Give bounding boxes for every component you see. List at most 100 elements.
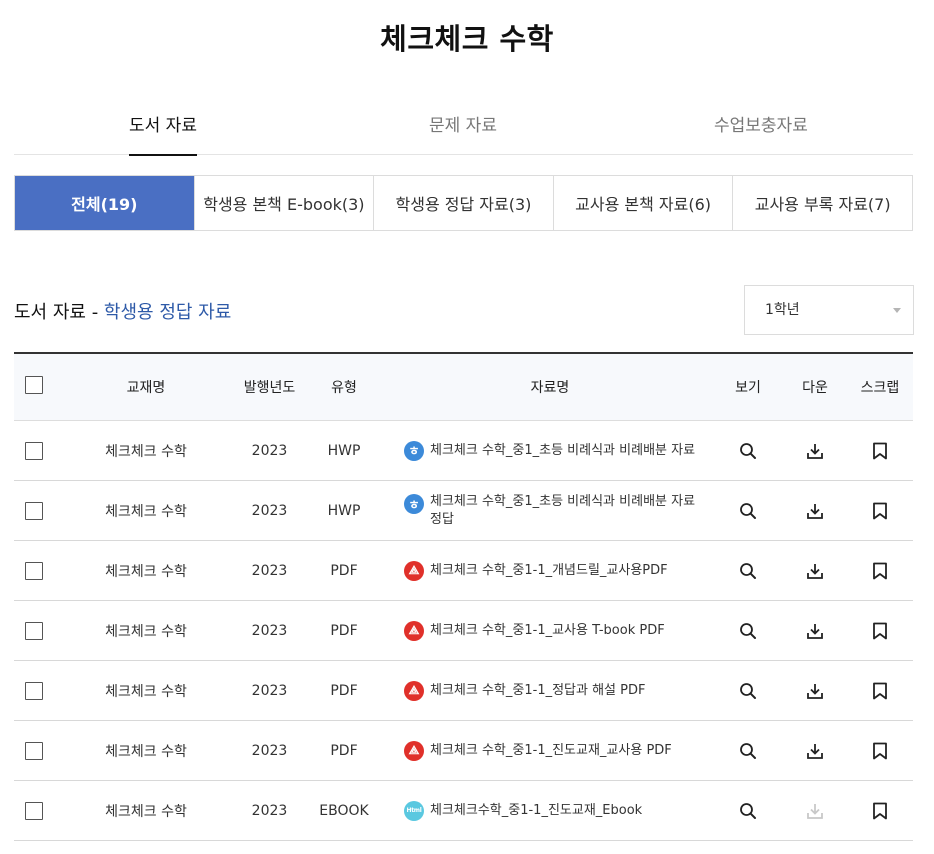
filter-tab-teacher-main[interactable]: 교사용 본책 자료(6) bbox=[552, 176, 733, 230]
download-icon[interactable] bbox=[806, 562, 824, 580]
bookmark-icon[interactable] bbox=[872, 502, 888, 520]
materials-table: 교재명 발행년도 유형 자료명 보기 다운 스크랩 체크체크 수학 2023 HWP… bbox=[14, 352, 913, 841]
download-icon[interactable] bbox=[806, 442, 824, 460]
bookmark-icon[interactable] bbox=[872, 802, 888, 820]
material-name[interactable]: 체크체크 수학_중1-1_정답과 해설 PDF bbox=[430, 682, 645, 700]
tab-book-materials[interactable]: 도서 자료 bbox=[129, 104, 197, 156]
file-type: HWP bbox=[327, 442, 361, 459]
row-checkbox-cell bbox=[14, 421, 54, 480]
row-checkbox[interactable] bbox=[25, 621, 43, 640]
scrap-cell bbox=[852, 661, 908, 720]
publish-year: 2023 bbox=[251, 562, 288, 579]
material-name[interactable]: 체크체크수학_중1-1_진도교재_Ebook bbox=[430, 802, 642, 820]
header-name: 자료명 bbox=[530, 380, 570, 396]
select-all-checkbox[interactable] bbox=[25, 376, 43, 394]
html-icon: Html bbox=[404, 800, 424, 821]
download-icon[interactable] bbox=[806, 742, 824, 760]
header-year: 발행년도 bbox=[243, 380, 296, 396]
grade-select[interactable]: 1학년 bbox=[744, 285, 914, 335]
publish-year: 2023 bbox=[251, 682, 288, 699]
search-icon[interactable] bbox=[739, 802, 757, 820]
scrap-cell bbox=[852, 421, 908, 480]
view-cell bbox=[728, 481, 768, 540]
bookmark-icon[interactable] bbox=[872, 742, 888, 760]
file-type: PDF bbox=[330, 562, 358, 579]
search-icon[interactable] bbox=[739, 622, 757, 640]
material-name[interactable]: 체크체크 수학_중1-1_교사용 T-book PDF bbox=[430, 622, 665, 640]
publish-year: 2023 bbox=[251, 742, 288, 759]
header-download: 다운 bbox=[802, 380, 828, 396]
bookmark-icon[interactable] bbox=[872, 442, 888, 460]
section-separator: - bbox=[85, 302, 104, 323]
filter-tab-student-ebook[interactable]: 학생용 본책 E-book(3) bbox=[193, 176, 374, 230]
view-cell bbox=[728, 721, 768, 780]
material-name-cell: ㅎ 체크체크 수학_중1_초등 비례식과 비례배분 자료 정답 bbox=[404, 481, 704, 540]
download-cell bbox=[795, 481, 835, 540]
scrap-cell bbox=[852, 721, 908, 780]
file-type: PDF bbox=[330, 622, 358, 639]
tab-problem-materials[interactable]: 문제 자료 bbox=[429, 104, 497, 155]
bookmark-icon[interactable] bbox=[872, 682, 888, 700]
row-checkbox-cell bbox=[14, 601, 54, 660]
pdf-icon: ⟁ bbox=[404, 740, 424, 761]
download-icon[interactable] bbox=[806, 682, 824, 700]
scrap-cell bbox=[852, 541, 908, 600]
material-name-cell: ㅎ 체크체크 수학_중1_초등 비례식과 비례배분 자료 bbox=[404, 421, 704, 480]
material-name-cell: ⟁ 체크체크 수학_중1-1_정답과 해설 PDF bbox=[404, 661, 704, 720]
view-cell bbox=[728, 661, 768, 720]
header-view: 보기 bbox=[735, 380, 761, 396]
filter-tab-teacher-appendix[interactable]: 교사용 부록 자료(7) bbox=[732, 176, 912, 230]
search-icon[interactable] bbox=[739, 562, 757, 580]
download-cell bbox=[795, 661, 835, 720]
download-cell bbox=[795, 421, 835, 480]
row-checkbox[interactable] bbox=[25, 561, 43, 580]
publish-year: 2023 bbox=[251, 502, 288, 519]
bookmark-icon[interactable] bbox=[872, 562, 888, 580]
table-row: 체크체크 수학 2023 PDF ⟁ 체크체크 수학_중1-1_정답과 해설 PDF bbox=[14, 661, 913, 721]
row-checkbox[interactable] bbox=[25, 741, 43, 760]
row-checkbox[interactable] bbox=[25, 441, 43, 460]
header-book: 교재명 bbox=[126, 380, 166, 396]
row-checkbox[interactable] bbox=[25, 681, 43, 700]
row-checkbox[interactable] bbox=[25, 501, 43, 520]
material-name[interactable]: 체크체크 수학_중1_초등 비례식과 비례배분 자료 bbox=[430, 442, 695, 460]
table-body: 체크체크 수학 2023 HWP ㅎ 체크체크 수학_중1_초등 비례식과 비례배분 자… bbox=[14, 421, 913, 841]
search-icon[interactable] bbox=[739, 502, 757, 520]
view-cell bbox=[728, 601, 768, 660]
filter-tab-student-answers[interactable]: 학생용 정답 자료(3) bbox=[373, 176, 553, 230]
search-icon[interactable] bbox=[739, 682, 757, 700]
view-cell bbox=[728, 541, 768, 600]
publish-year: 2023 bbox=[251, 442, 288, 459]
grade-select-value: 1학년 bbox=[765, 302, 800, 318]
tab-label: 문제 자료 bbox=[429, 116, 497, 136]
material-name[interactable]: 체크체크 수학_중1-1_진도교재_교사용 PDF bbox=[430, 742, 672, 760]
search-icon[interactable] bbox=[739, 742, 757, 760]
pdf-icon: ⟁ bbox=[404, 680, 424, 701]
download-cell bbox=[795, 721, 835, 780]
row-checkbox-cell bbox=[14, 721, 54, 780]
main-tabs: 도서 자료 문제 자료 수업보충자료 bbox=[14, 104, 913, 156]
download-cell bbox=[795, 541, 835, 600]
header-type: 유형 bbox=[331, 380, 357, 396]
book-name: 체크체크 수학 bbox=[105, 683, 187, 700]
table-row: 체크체크 수학 2023 PDF ⟁ 체크체크 수학_중1-1_개념드릴_교사용PDF bbox=[14, 541, 913, 601]
download-icon[interactable] bbox=[806, 622, 824, 640]
hwp-icon: ㅎ bbox=[404, 440, 424, 461]
material-name-cell: ⟁ 체크체크 수학_중1-1_진도교재_교사용 PDF bbox=[404, 721, 704, 780]
view-cell bbox=[728, 781, 768, 840]
pdf-icon: ⟁ bbox=[404, 560, 424, 581]
bookmark-icon[interactable] bbox=[872, 622, 888, 640]
publish-year: 2023 bbox=[251, 622, 288, 639]
row-checkbox-cell bbox=[14, 541, 54, 600]
search-icon[interactable] bbox=[739, 442, 757, 460]
header-scrap: 스크랩 bbox=[860, 380, 900, 396]
material-name[interactable]: 체크체크 수학_중1_초등 비례식과 비례배분 자료 정답 bbox=[430, 493, 704, 529]
file-type: HWP bbox=[327, 502, 361, 519]
row-checkbox-cell bbox=[14, 481, 54, 540]
row-checkbox[interactable] bbox=[25, 801, 43, 820]
filter-tab-all[interactable]: 전체(19) bbox=[15, 176, 194, 230]
file-type: PDF bbox=[330, 742, 358, 759]
tab-supplementary-materials[interactable]: 수업보충자료 bbox=[714, 104, 808, 155]
material-name[interactable]: 체크체크 수학_중1-1_개념드릴_교사용PDF bbox=[430, 562, 668, 580]
download-icon[interactable] bbox=[806, 502, 824, 520]
